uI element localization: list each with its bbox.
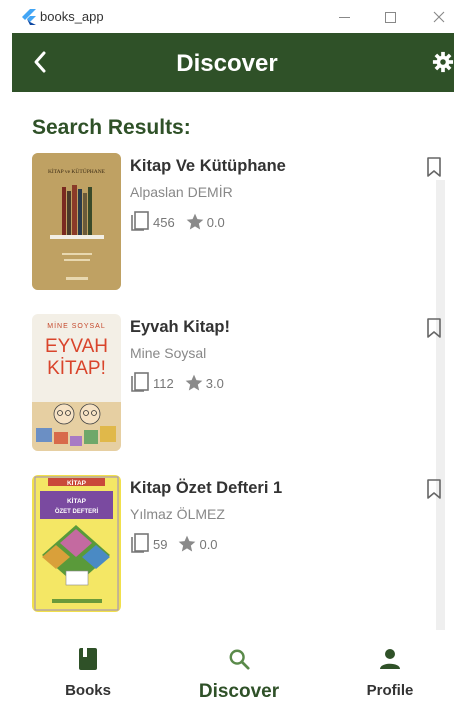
page-count: 456: [153, 214, 175, 230]
maximize-icon: [384, 11, 396, 23]
nav-label-discover: Discover: [198, 681, 280, 702]
person-icon: [380, 649, 400, 669]
window-titlebar[interactable]: books_app: [0, 0, 454, 33]
pages-copy-icon: [131, 372, 149, 392]
nav-item-profile[interactable]: Profile: [330, 630, 450, 704]
bookmark-icon[interactable]: [426, 318, 442, 338]
book-icon: [79, 648, 97, 670]
book-cover-image: MİNE SOYSAL EYVAH KİTAP!: [32, 314, 121, 451]
page-count: 112: [153, 375, 174, 391]
book-list-item[interactable]: MİNE SOYSAL EYVAH KİTAP! Eyvah Kitap! Mi…: [32, 314, 441, 454]
bookmark-icon[interactable]: [426, 479, 442, 499]
book-author: Yılmaz ÖLMEZ: [130, 506, 225, 522]
rating-value: 3.0: [205, 375, 224, 391]
book-meta: 112 3.0: [130, 372, 224, 394]
cover-title-text: KİTAP ve KÜTÜPHANE: [48, 168, 106, 175]
flutter-logo-icon: [22, 9, 36, 25]
page-count: 59: [153, 536, 168, 552]
star-icon: [186, 213, 204, 230]
book-meta: 456 0.0: [130, 211, 225, 233]
minimize-button[interactable]: [330, 6, 358, 28]
page-title: Discover: [176, 50, 278, 77]
book-author: Mine Soysal: [130, 345, 207, 361]
pages-copy-icon: [131, 211, 149, 231]
bookmark-icon[interactable]: [426, 157, 442, 177]
cover-title-text-2: KİTAP!: [47, 358, 106, 379]
app-window: books_app Discover Search Results: KİTAP…: [0, 0, 454, 704]
pages-copy-icon: [131, 533, 149, 553]
book-cover-image: KİTAP ve KÜTÜPHANE: [32, 153, 121, 290]
book-list-item[interactable]: KİTAP KİTAP ÖZET DEFTERİ Kitap Özet Deft…: [32, 475, 441, 615]
cover-title-text-1: KİTAP: [67, 497, 87, 505]
nav-item-discover[interactable]: Discover: [179, 630, 299, 704]
bottom-navigation-bar: Books Discover Profile: [0, 630, 454, 704]
cover-author-text: MİNE SOYSAL: [47, 321, 105, 330]
cover-badge-text: KİTAP: [67, 479, 87, 487]
scrollbar[interactable]: [436, 180, 445, 630]
cover-title-text-2: ÖZET DEFTERİ: [55, 508, 99, 515]
star-icon: [185, 374, 203, 391]
book-title: Eyvah Kitap!: [130, 318, 230, 336]
star-icon: [179, 535, 196, 552]
book-author: Alpaslan DEMİR: [130, 184, 233, 200]
book-cover-image: KİTAP KİTAP ÖZET DEFTERİ: [32, 475, 121, 612]
search-icon: [229, 649, 250, 670]
settings-gear-icon[interactable]: [432, 50, 454, 74]
cover-title-text-1: EYVAH: [45, 336, 108, 357]
nav-item-books[interactable]: Books: [28, 630, 148, 704]
section-title: Search Results:: [32, 116, 191, 139]
close-icon: [433, 11, 445, 23]
window-title: books_app: [40, 9, 104, 24]
rating-value: 0.0: [206, 214, 225, 230]
minimize-icon: [338, 16, 350, 18]
nav-label-books: Books: [65, 682, 111, 699]
app-bar: Discover: [12, 33, 454, 92]
book-list-item[interactable]: KİTAP ve KÜTÜPHANE Kitap Ve Kütüphane Al…: [32, 153, 441, 293]
rating-value: 0.0: [199, 536, 218, 552]
book-title: Kitap Ve Kütüphane: [130, 157, 286, 175]
close-button[interactable]: [425, 6, 453, 28]
book-meta: 59 0.0: [130, 533, 218, 555]
nav-label-profile: Profile: [366, 682, 414, 699]
search-results-panel[interactable]: Search Results: KİTAP ve KÜTÜPHANE Kitap…: [12, 92, 454, 630]
book-title: Kitap Özet Defteri 1: [130, 479, 283, 497]
maximize-button[interactable]: [376, 6, 404, 28]
